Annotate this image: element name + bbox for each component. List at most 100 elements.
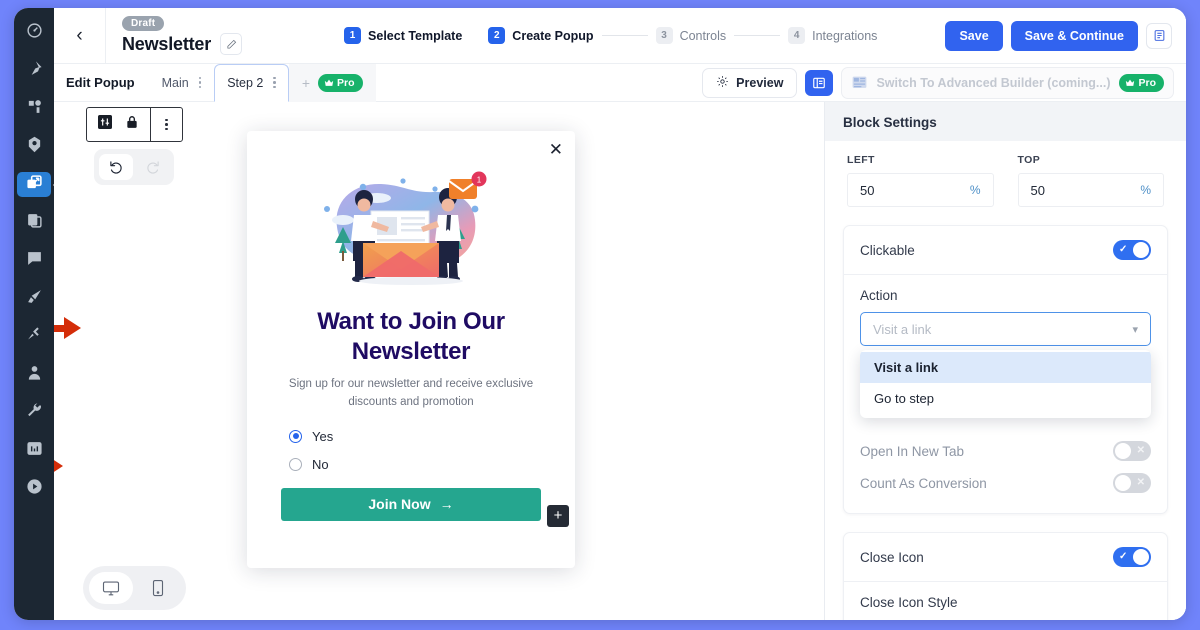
advanced-builder-label: Switch To Advanced Builder (coming...): [876, 75, 1111, 90]
mobile-icon[interactable]: [136, 572, 180, 604]
tab-step-2[interactable]: Step 2: [214, 63, 289, 102]
sidebar-item-integrations[interactable]: [19, 96, 49, 121]
sidebar-item-popups[interactable]: [17, 172, 51, 197]
pin-icon: [26, 60, 43, 82]
element-toolbar: [86, 107, 183, 142]
redo-icon[interactable]: [135, 154, 169, 180]
link-options: Open In New Tab ✕ Count As Conversion ✕: [844, 433, 1167, 513]
main-area: ‹ Draft Newsletter 1 Select Template 2 C…: [54, 8, 1186, 620]
add-block-button[interactable]: +: [547, 504, 569, 527]
step-label: Select Template: [368, 28, 463, 43]
clickable-label: Clickable: [860, 242, 915, 258]
step-select-template[interactable]: 1 Select Template: [344, 27, 462, 44]
radio-option-no[interactable]: No: [289, 457, 553, 472]
desktop-icon[interactable]: [89, 572, 133, 604]
dropdown-option-go-to-step[interactable]: Go to step: [860, 383, 1151, 414]
sidebar-item-campaigns[interactable]: [19, 58, 49, 83]
step-tabs: Main Step 2 + Pro: [149, 63, 376, 102]
action-label: Action: [860, 288, 898, 303]
radio-label: Yes: [312, 428, 334, 444]
sidebar-item-design[interactable]: [19, 286, 49, 311]
sidebar-item-help[interactable]: [19, 476, 49, 501]
layout-panel-icon[interactable]: [805, 69, 834, 96]
sidebar-item-targeting[interactable]: [19, 134, 49, 159]
builder-icon: [852, 76, 867, 89]
workspace: ✕ 1 Want to Join Our Newsletter Sign up …: [54, 102, 1186, 620]
count-conversion-toggle[interactable]: ✕: [1113, 473, 1151, 493]
open-new-tab-toggle[interactable]: ✕: [1113, 441, 1151, 461]
action-select[interactable]: Visit a link ▾: [860, 312, 1151, 346]
header-actions: Save Save & Continue: [945, 20, 1172, 51]
count-conversion-row: Count As Conversion ✕: [860, 467, 1151, 499]
step-label: Controls: [679, 28, 727, 43]
annotation-arrow-go-to-step: [54, 455, 63, 477]
save-and-continue-button[interactable]: Save & Continue: [1010, 20, 1138, 51]
pencil-icon[interactable]: [220, 33, 243, 55]
close-icon-style-label: Close Icon Style: [860, 595, 958, 610]
close-icon-row: Close Icon ✓: [844, 533, 1167, 582]
block-settings-panel: Block Settings LEFT 50 % TOP 50 % Clicka…: [824, 102, 1186, 620]
left-unit: %: [969, 183, 981, 197]
step-connector: [601, 35, 648, 36]
check-icon: ✓: [1119, 551, 1128, 562]
crown-icon: [1126, 79, 1135, 86]
sliders-icon[interactable]: [98, 115, 112, 134]
add-step-button[interactable]: + Pro: [288, 63, 376, 102]
kebab-icon[interactable]: [165, 118, 168, 131]
stats-icon: [26, 440, 43, 462]
document-title-block: Draft Newsletter: [106, 16, 276, 55]
close-x-icon[interactable]: ✕: [549, 141, 563, 158]
sidebar-item-templates[interactable]: [19, 210, 49, 235]
sidebar-item-settings[interactable]: [19, 400, 49, 425]
save-button[interactable]: Save: [945, 20, 1003, 51]
step-number: 1: [344, 27, 362, 44]
sidebar-item-plugins[interactable]: [19, 324, 49, 349]
radio-dot-icon: [289, 457, 302, 471]
top-input[interactable]: 50 %: [1017, 173, 1164, 207]
kebab-icon[interactable]: [198, 76, 202, 89]
action-section: Action Visit a link ▾ Visit a link Go to…: [844, 275, 1167, 433]
notes-icon[interactable]: [1146, 22, 1172, 49]
panel-body: LEFT 50 % TOP 50 % Clickable ✓ Action Vi…: [825, 141, 1186, 620]
step-integrations[interactable]: 4 Integrations: [788, 27, 877, 44]
switch-advanced-builder-button[interactable]: Switch To Advanced Builder (coming...) P…: [841, 66, 1174, 99]
panel-title: Block Settings: [843, 115, 937, 130]
puzzle-icon: [26, 98, 43, 120]
sidebar-item-dashboard[interactable]: [19, 20, 49, 45]
kebab-icon[interactable]: [273, 76, 276, 89]
plus-icon: +: [301, 74, 311, 91]
preview-label: Preview: [736, 75, 784, 90]
dropdown-option-visit-a-link[interactable]: Visit a link: [860, 352, 1151, 383]
gauge-icon: [26, 22, 43, 44]
svg-text:1: 1: [477, 176, 482, 185]
join-now-button[interactable]: Join Now →: [281, 487, 541, 521]
step-create-popup[interactable]: 2 Create Popup: [488, 27, 594, 44]
back-button[interactable]: ‹: [54, 8, 106, 63]
top-unit: %: [1140, 183, 1151, 197]
device-switcher: [83, 566, 186, 610]
page-title: Newsletter: [122, 33, 212, 54]
editor-subbar: Edit Popup Main Step 2 + Pro Preview Swi…: [54, 63, 1186, 102]
step-label: Integrations: [812, 28, 878, 43]
lock-icon[interactable]: [125, 115, 139, 134]
radio-option-yes[interactable]: Yes: [289, 429, 553, 444]
sidebar-item-audience[interactable]: [19, 362, 49, 387]
top-header: ‹ Draft Newsletter 1 Select Template 2 C…: [54, 8, 1186, 64]
gear-icon: [716, 75, 729, 91]
clickable-toggle[interactable]: ✓: [1113, 240, 1151, 260]
open-new-tab-row: Open In New Tab ✕: [860, 435, 1151, 467]
count-conversion-label: Count As Conversion: [860, 475, 987, 491]
undo-icon[interactable]: [99, 154, 133, 180]
crown-icon: [324, 79, 334, 86]
left-input[interactable]: 50 %: [847, 173, 994, 207]
popup-radio-group: Yes No: [269, 429, 553, 472]
sidebar-item-analytics[interactable]: [19, 438, 49, 463]
popup-canvas[interactable]: ✕ 1 Want to Join Our Newsletter Sign up …: [54, 102, 824, 620]
popup-preview[interactable]: ✕ 1 Want to Join Our Newsletter Sign up …: [247, 131, 575, 568]
preview-button[interactable]: Preview: [702, 67, 798, 98]
step-number: 2: [488, 27, 506, 44]
sidebar-item-messages[interactable]: [19, 248, 49, 273]
tab-main[interactable]: Main: [149, 64, 215, 102]
step-controls[interactable]: 3 Controls: [655, 27, 727, 44]
close-icon-toggle[interactable]: ✓: [1113, 547, 1151, 567]
